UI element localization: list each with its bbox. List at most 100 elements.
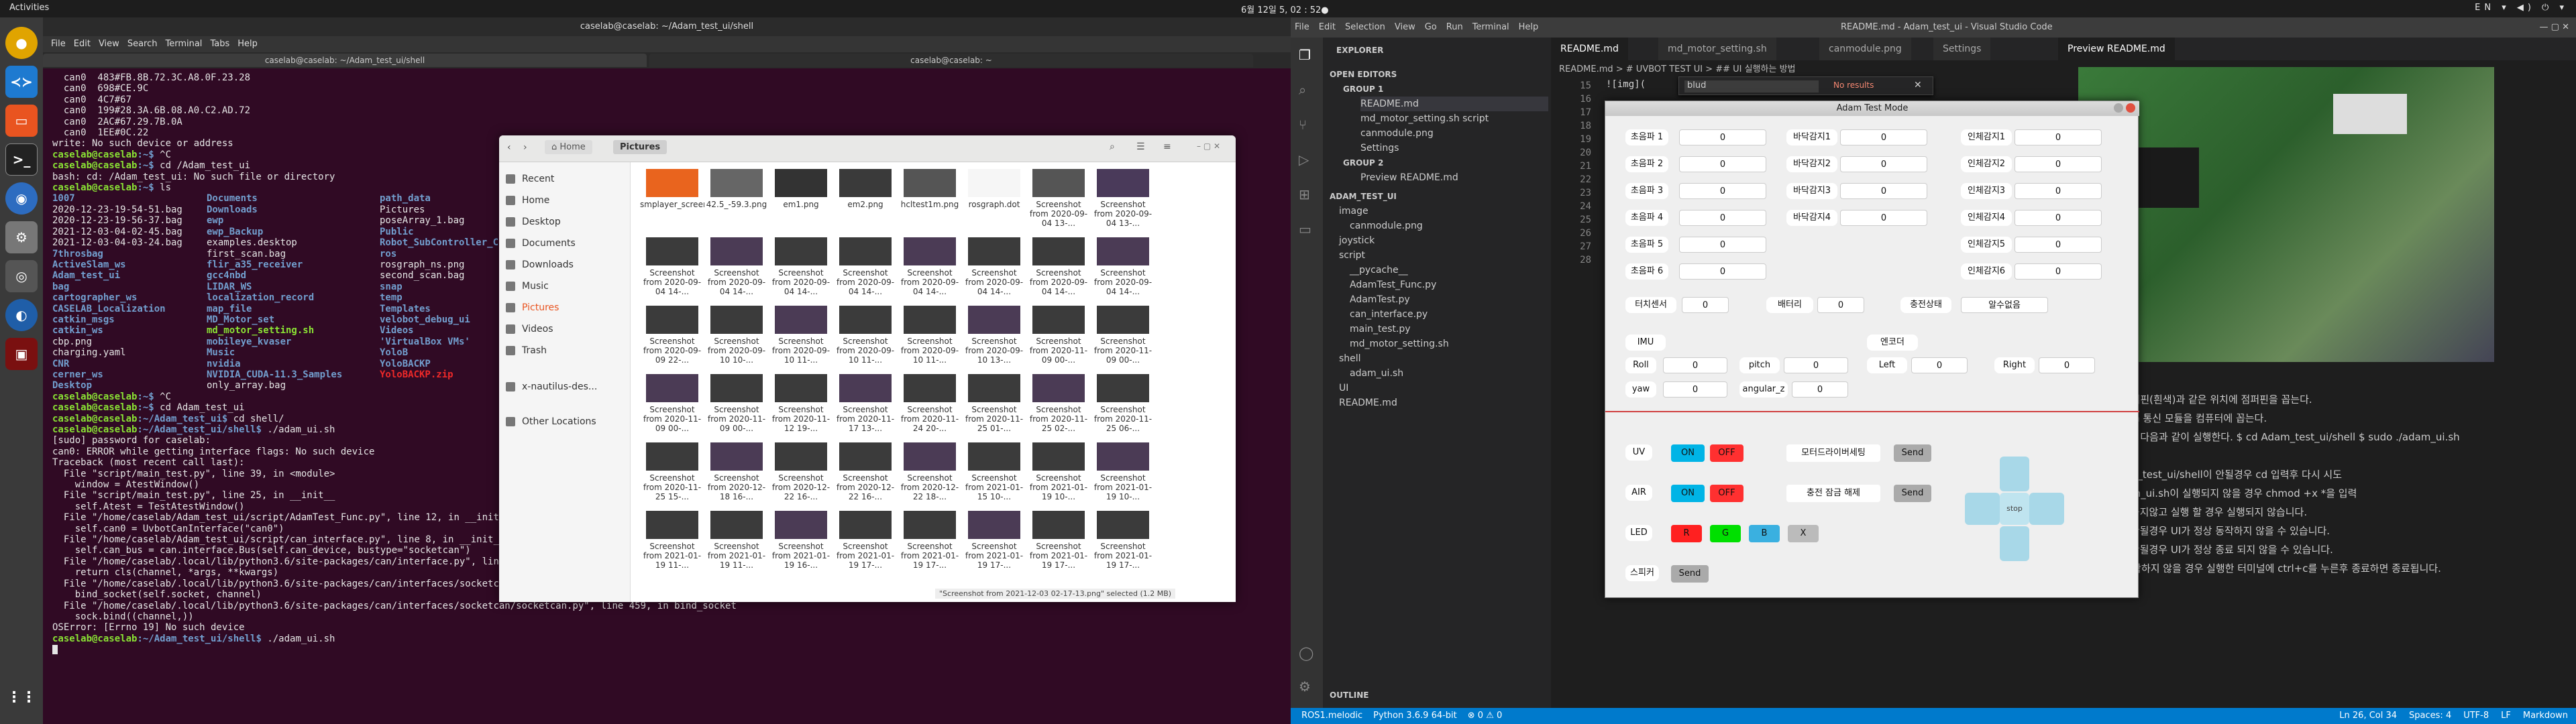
open-editor-item[interactable]: md_motor_setting.sh script — [1360, 111, 1489, 126]
open-editor-item[interactable]: README.md — [1360, 97, 1548, 111]
human-sensor-value[interactable]: 0 — [2015, 210, 2102, 226]
file-item[interactable]: Screenshot from 2021-01-19 11-... — [640, 508, 704, 575]
human-sensor-value[interactable]: 0 — [2015, 237, 2102, 253]
tree-item[interactable]: __pycache__ — [1350, 263, 1408, 278]
terminal-tab-1[interactable]: caselab@caselab: ~/Adam_test_ui/shell — [43, 54, 647, 67]
vscode-menu-item[interactable]: Help — [1519, 22, 1539, 32]
file-item[interactable]: Screenshot from 2020-09-10 11-... — [769, 303, 833, 370]
tree-item[interactable]: canmodule.png — [1350, 219, 1423, 233]
tree-item[interactable]: shell — [1339, 351, 1361, 366]
touch-sensor-value[interactable]: 0 — [1682, 297, 1729, 313]
status-item[interactable]: Spaces: 4 — [2409, 711, 2451, 721]
editor-tab[interactable]: README.md — [1551, 38, 1628, 60]
file-item[interactable]: Screenshot from 2020-09-10 13-... — [962, 303, 1026, 370]
status-item[interactable]: UTF-8 — [2463, 711, 2489, 721]
ultrasonic-value[interactable]: 0 — [1679, 156, 1766, 172]
joystick-left[interactable] — [1965, 493, 2000, 525]
remote-icon[interactable]: ▭ — [1299, 221, 1311, 237]
human-sensor-value[interactable]: 0 — [2015, 183, 2102, 199]
led-blue-button[interactable]: B — [1749, 525, 1780, 542]
tree-item[interactable]: image — [1339, 204, 1368, 219]
terminal-menu-item[interactable]: Search — [127, 39, 158, 49]
search-icon[interactable]: ⌕ — [1110, 141, 1115, 152]
file-item[interactable]: Screenshot from 2020-11-25 02-... — [1026, 371, 1091, 438]
explorer-title[interactable]: EXPLORER — [1336, 43, 1383, 58]
camera-icon[interactable]: ◎ — [5, 260, 38, 292]
sidebar-item-documents[interactable]: Documents — [506, 233, 627, 253]
human-sensor-value[interactable]: 0 — [2015, 156, 2102, 172]
manage-gear-icon[interactable]: ⚙ — [1299, 678, 1311, 695]
vscode-menu-item[interactable]: View — [1395, 22, 1415, 32]
status-item[interactable]: Python 3.6.9 64-bit — [1373, 711, 1457, 721]
sidebar-item-home[interactable]: Home — [506, 190, 627, 210]
tree-item[interactable]: AdamTest.py — [1350, 292, 1410, 307]
outline-header[interactable]: OUTLINE — [1330, 688, 1368, 703]
status-item[interactable]: Ln 26, Col 34 — [2339, 711, 2397, 721]
file-item[interactable]: Screenshot from 2021-01-19 11-... — [704, 508, 769, 575]
file-item[interactable]: Screenshot from 2020-09-04 13-... — [1026, 166, 1091, 233]
air-off-button[interactable]: OFF — [1710, 485, 1743, 502]
show-apps-icon[interactable]: ⋮⋮ — [5, 681, 38, 713]
sidebar-item-music[interactable]: Music — [506, 276, 627, 296]
maximize-icon[interactable] — [2114, 103, 2123, 113]
motor-driver-setting-button[interactable]: 모터드라이버세팅 — [1786, 444, 1880, 462]
file-item[interactable]: Screenshot from 2020-09-09 22-... — [640, 303, 704, 370]
file-item[interactable]: Screenshot from 2020-11-12 19-... — [769, 371, 833, 438]
file-item[interactable]: Screenshot from 2020-09-04 14-... — [1091, 235, 1155, 302]
menu-icon[interactable]: ≡ — [1163, 141, 1171, 152]
terminal-menu-item[interactable]: File — [51, 39, 66, 49]
vscode-menu-item[interactable]: Edit — [1319, 22, 1336, 32]
charge-state-value[interactable]: 알수없음 — [1961, 297, 2048, 313]
terminal-menu-item[interactable]: Edit — [74, 39, 91, 49]
charge-release-button[interactable]: 충전 잠금 해제 — [1786, 485, 1880, 502]
settings-icon[interactable]: ⚙ — [5, 221, 38, 253]
tree-item[interactable]: UI — [1339, 381, 1348, 396]
browser-icon[interactable]: ◉ — [5, 182, 38, 215]
code-line[interactable]: ![img]( — [1606, 79, 1646, 90]
file-item[interactable]: smplayer_screenshots — [640, 166, 704, 233]
file-item[interactable]: Screenshot from 2020-11-09 00-... — [640, 371, 704, 438]
file-item[interactable]: Screenshot from 2020-09-10 11-... — [833, 303, 898, 370]
editor-tab[interactable]: Settings — [1933, 38, 1991, 60]
floor-sensor-value[interactable]: 0 — [1840, 156, 1927, 172]
joystick-right[interactable] — [2029, 493, 2064, 525]
ultrasonic-value[interactable]: 0 — [1679, 129, 1766, 145]
file-item[interactable]: Screenshot from 2020-09-10 10-... — [704, 303, 769, 370]
file-item[interactable]: Screenshot from 2021-01-19 17-... — [1026, 508, 1091, 575]
account-icon[interactable]: ◯ — [1299, 645, 1313, 661]
speaker-send-button[interactable]: Send — [1671, 565, 1709, 583]
motor-send-button[interactable]: Send — [1894, 444, 1931, 462]
vscode-menu-item[interactable]: Run — [1446, 22, 1463, 32]
tab-preview[interactable]: Preview README.md — [2058, 38, 2175, 60]
file-item[interactable]: Screenshot from 2020-11-24 20-... — [898, 371, 962, 438]
file-item[interactable]: em2.png — [833, 166, 898, 233]
file-item[interactable]: Screenshot from 2020-11-09 00-... — [1091, 303, 1155, 370]
angular-value[interactable]: 0 — [1792, 381, 1848, 398]
tree-item[interactable]: AdamTest_Func.py — [1350, 278, 1436, 292]
ultrasonic-value[interactable]: 0 — [1679, 210, 1766, 226]
floor-sensor-value[interactable]: 0 — [1840, 183, 1927, 199]
uv-on-button[interactable]: ON — [1671, 444, 1705, 462]
vscode-icon[interactable]: ≺≻ — [5, 66, 38, 98]
sidebar-item-desktop[interactable]: Desktop — [506, 212, 627, 232]
file-item[interactable]: Screenshot from 2020-11-25 15-... — [640, 440, 704, 507]
file-item[interactable]: rosgraph.dot — [962, 166, 1026, 233]
file-item[interactable]: Screenshot from 2020-09-04 14-... — [833, 235, 898, 302]
file-item[interactable]: Screenshot from 2020-11-25 01-... — [962, 371, 1026, 438]
file-item[interactable]: Screenshot from 2020-12-22 18-... — [898, 440, 962, 507]
joystick-up[interactable] — [2000, 457, 2029, 491]
led-off-button[interactable]: X — [1788, 525, 1819, 542]
file-item[interactable]: Screenshot from 2021-01-19 17-... — [833, 508, 898, 575]
app-icon[interactable]: ◐ — [5, 299, 38, 331]
tree-item[interactable]: joystick — [1339, 233, 1375, 248]
tree-item[interactable]: script — [1339, 248, 1365, 263]
file-item[interactable]: Screenshot from 2021-01-19 10-... — [1091, 440, 1155, 507]
sidebar-item-downloads[interactable]: Downloads — [506, 255, 627, 275]
file-item[interactable]: Screenshot from 2020-12-18 16-... — [704, 440, 769, 507]
file-item[interactable]: Screenshot from 2021-01-15 10-... — [962, 440, 1026, 507]
battery-value[interactable]: 0 — [1817, 297, 1864, 313]
terminal-menu-item[interactable]: Tabs — [210, 39, 229, 49]
file-item[interactable]: em1.png — [769, 166, 833, 233]
file-item[interactable]: Screenshot from 2020-11-17 13-... — [833, 371, 898, 438]
human-sensor-value[interactable]: 0 — [2015, 129, 2102, 145]
